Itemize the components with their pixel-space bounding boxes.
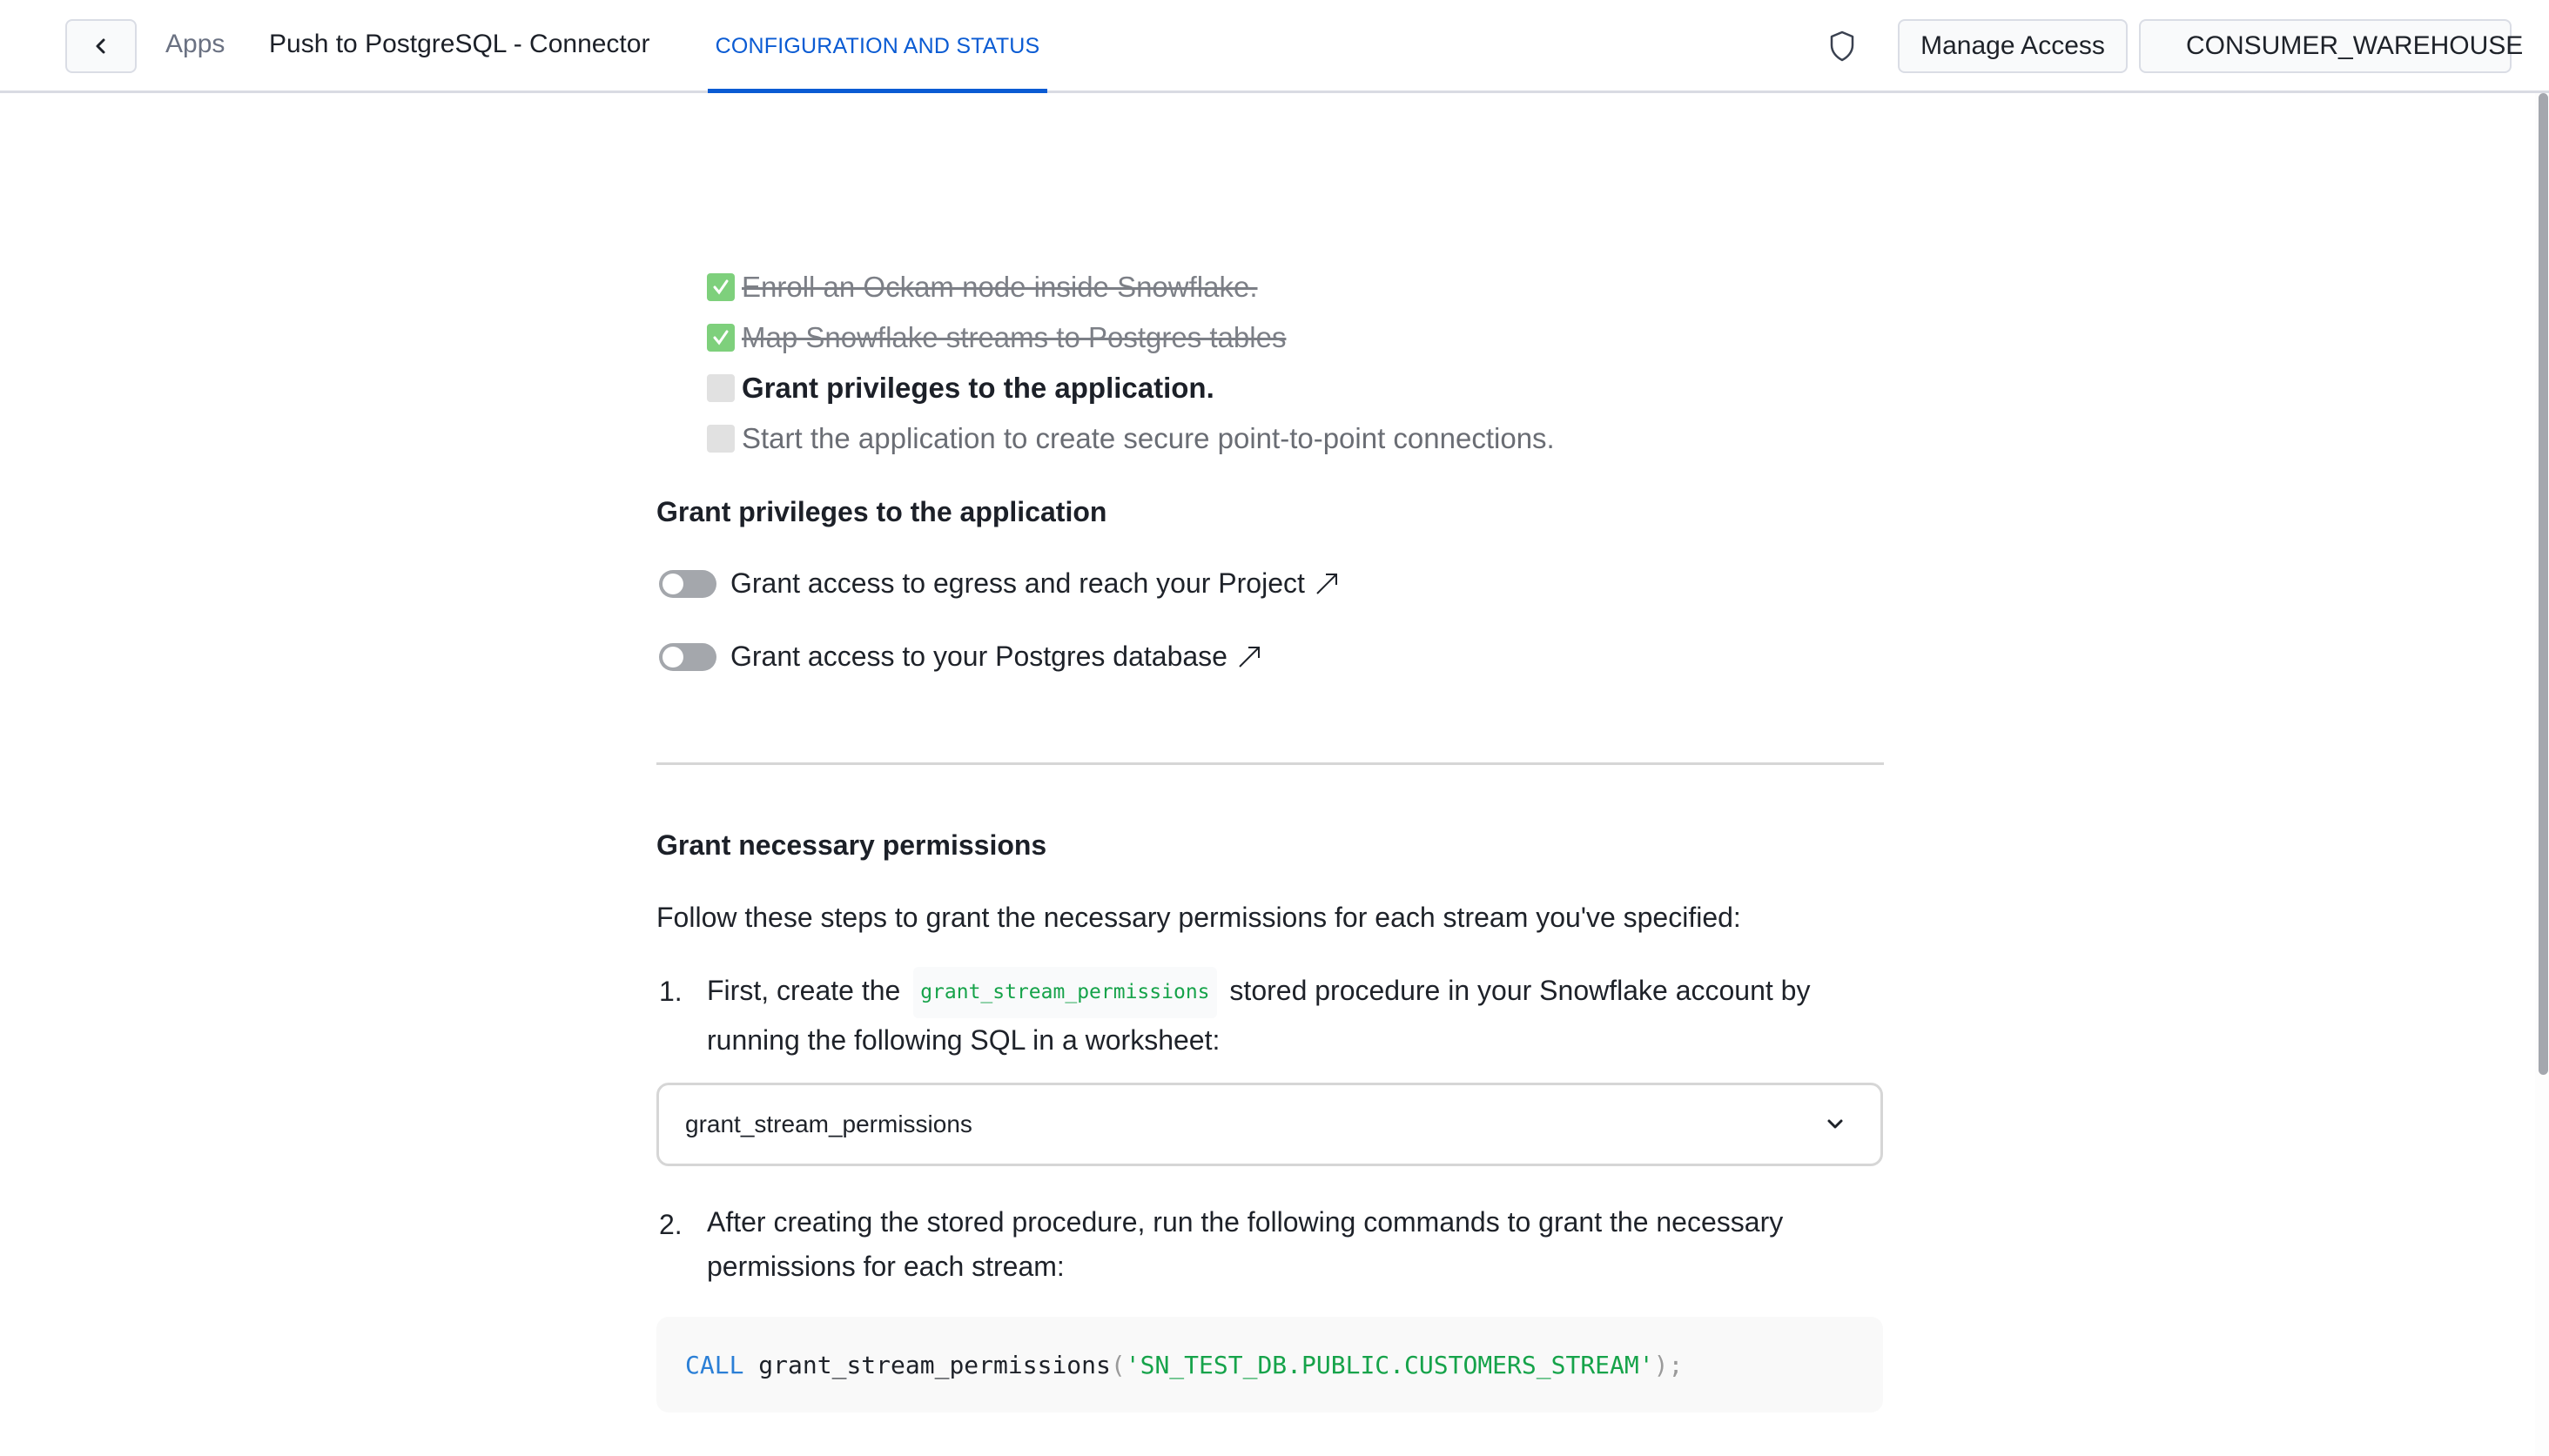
privileges-heading: Grant privileges to the application bbox=[656, 496, 1107, 527]
checked-box-icon bbox=[707, 273, 735, 301]
checklist-item-label: Grant privileges to the application. bbox=[742, 372, 1214, 404]
back-button[interactable] bbox=[65, 19, 137, 73]
warehouse-selector[interactable]: CONSUMER_WAREHOUSE bbox=[2139, 19, 2523, 73]
step-number: 1. bbox=[659, 976, 683, 1007]
manage-access-label: Manage Access bbox=[1920, 31, 2105, 60]
checklist-item: Grant privileges to the application. bbox=[707, 371, 1214, 406]
manage-access-button[interactable]: Manage Access bbox=[1898, 19, 2128, 73]
postgres-access-label[interactable]: Grant access to your Postgres database bbox=[730, 641, 1227, 673]
unchecked-box-icon bbox=[707, 374, 735, 402]
step-1-text-before: First, create the bbox=[707, 975, 901, 1006]
sql-procedure-dropdown[interactable]: grant_stream_permissions bbox=[656, 1083, 1883, 1166]
checklist-item: Map Snowflake streams to Postgres tables bbox=[707, 320, 1286, 355]
inline-code-procedure: grant_stream_permissions bbox=[913, 967, 1217, 1018]
shield-icon[interactable] bbox=[1828, 30, 1856, 63]
chevron-down-icon[interactable] bbox=[1825, 1114, 1846, 1135]
code-close: ); bbox=[1653, 1350, 1684, 1379]
egress-access-toggle[interactable] bbox=[659, 569, 716, 598]
step-number: 2. bbox=[659, 1209, 683, 1240]
permissions-heading: Grant necessary permissions bbox=[656, 829, 1047, 861]
top-bar: Apps Push to PostgreSQL - Connector CONF… bbox=[0, 0, 2549, 93]
checklist-item: Start the application to create secure p… bbox=[707, 421, 1555, 456]
toggle-knob bbox=[662, 646, 683, 668]
toggle-knob bbox=[662, 573, 683, 594]
step-2-text: After creating the stored procedure, run… bbox=[707, 1206, 1784, 1282]
code-open-paren: ( bbox=[1110, 1350, 1126, 1379]
scrollbar-thumb[interactable] bbox=[2539, 93, 2548, 1075]
checked-box-icon bbox=[707, 324, 735, 352]
sql-procedure-dropdown-value: grant_stream_permissions bbox=[685, 1110, 972, 1137]
chevron-left-icon bbox=[96, 38, 105, 54]
code-function: grant_stream_permissions bbox=[758, 1350, 1111, 1379]
arrow-up-right-icon[interactable] bbox=[1236, 644, 1262, 670]
arrow-up-right-icon[interactable] bbox=[1314, 571, 1340, 597]
warehouse-label: CONSUMER_WAREHOUSE bbox=[2186, 31, 2524, 60]
egress-access-toggle-row[interactable]: Grant access to egress and reach your Pr… bbox=[659, 567, 1340, 600]
code-keyword: CALL bbox=[685, 1350, 744, 1379]
egress-access-label[interactable]: Grant access to egress and reach your Pr… bbox=[730, 567, 1305, 600]
permissions-intro: Follow these steps to grant the necessar… bbox=[656, 902, 1741, 933]
tab-configuration-and-status[interactable]: CONFIGURATION AND STATUS bbox=[708, 0, 1047, 93]
app-title: Push to PostgreSQL - Connector bbox=[269, 30, 650, 58]
unchecked-box-icon bbox=[707, 425, 735, 453]
code-argument: 'SN_TEST_DB.PUBLIC.CUSTOMERS_STREAM' bbox=[1125, 1350, 1654, 1379]
checklist-item-label: Enroll an Ockam node inside Snowflake. bbox=[742, 271, 1258, 303]
step-1-text: First, create the grant_stream_permissio… bbox=[707, 967, 1882, 1063]
postgres-access-toggle[interactable] bbox=[659, 642, 716, 671]
checklist-item-label: Map Snowflake streams to Postgres tables bbox=[742, 321, 1287, 353]
breadcrumb-apps[interactable]: Apps bbox=[165, 30, 225, 59]
checklist-item-label: Start the application to create secure p… bbox=[742, 422, 1555, 454]
section-divider bbox=[656, 762, 1884, 765]
active-tab-indicator bbox=[708, 89, 1047, 93]
sql-code-block[interactable]: CALL grant_stream_permissions('SN_TEST_D… bbox=[656, 1317, 1883, 1412]
postgres-access-toggle-row[interactable]: Grant access to your Postgres database bbox=[659, 641, 1262, 673]
checklist-item: Enroll an Ockam node inside Snowflake. bbox=[707, 270, 1258, 305]
